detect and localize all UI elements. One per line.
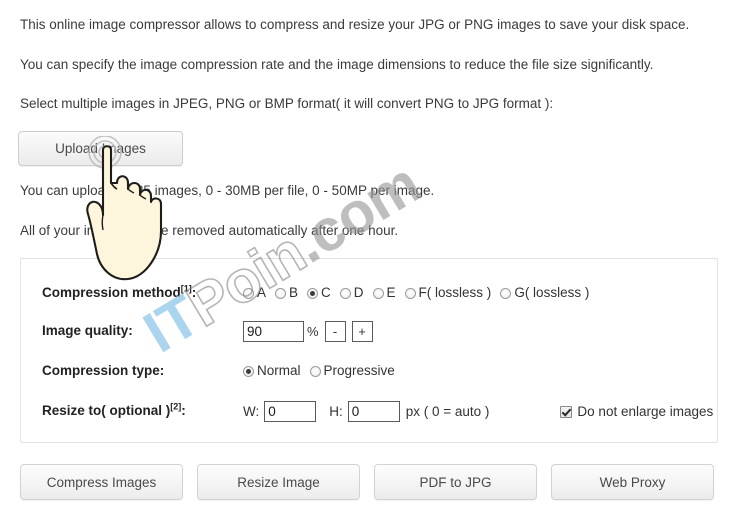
- image-quality-controls: % - +: [243, 321, 373, 342]
- resize-image-button[interactable]: Resize Image: [197, 464, 360, 500]
- intro-line-2: You can specify the image compression ra…: [20, 57, 654, 72]
- radio-dot-b[interactable]: [275, 287, 287, 299]
- image-quality-colon: :: [128, 323, 133, 338]
- radio-dot-normal[interactable]: [243, 365, 254, 377]
- resize-colon: :: [181, 403, 186, 418]
- radio-label-normal: Normal: [257, 363, 301, 378]
- radio-label-d: D: [353, 285, 364, 300]
- radio-label-e: E: [386, 285, 396, 300]
- retention-note: All of your images will be removed autom…: [20, 223, 399, 238]
- image-quality-label-text: Image quality: [42, 323, 129, 338]
- radio-dot-g[interactable]: [500, 287, 512, 299]
- radio-option-f[interactable]: F( lossless ): [404, 283, 492, 303]
- resize-height-input[interactable]: [347, 401, 400, 422]
- radio-option-progressive[interactable]: Progressive: [309, 361, 395, 381]
- do-not-enlarge-label: Do not enlarge images: [577, 403, 714, 419]
- image-quality-input[interactable]: [243, 321, 304, 342]
- resize-row: Resize to( optional )[2]: W: H: px ( 0 =…: [21, 401, 717, 425]
- compression-method-footnote: [1]: [180, 283, 192, 294]
- compression-method-label-text: Compression method: [42, 285, 181, 300]
- radio-dot-e[interactable]: [372, 287, 384, 299]
- radio-option-d[interactable]: D: [339, 283, 364, 303]
- compression-type-options: Normal Progressive: [243, 361, 404, 381]
- radio-option-c[interactable]: C: [307, 283, 331, 303]
- image-compressor-page: This online image compressor allows to c…: [0, 0, 741, 512]
- radio-label-b: B: [289, 285, 299, 300]
- resize-width-input[interactable]: [264, 401, 317, 422]
- upload-images-button[interactable]: Upload Images: [18, 131, 183, 166]
- resize-controls: W: H: px ( 0 = auto ) Do not enlarge ima…: [243, 401, 713, 422]
- quality-increment-button[interactable]: +: [351, 321, 373, 342]
- radio-label-c: C: [321, 285, 331, 300]
- upload-limits-note: You can upload 1 - 25 images, 0 - 30MB p…: [20, 183, 435, 198]
- compression-method-label: Compression method[1]:: [42, 283, 196, 303]
- compression-type-row: Compression type: Normal Progressive: [21, 361, 717, 385]
- options-panel: Compression method[1]: A B C D E F( loss…: [20, 258, 718, 443]
- width-label: W:: [243, 403, 260, 419]
- radio-dot-f[interactable]: [404, 287, 416, 299]
- compression-type-label: Compression type:: [42, 361, 164, 381]
- radio-label-a: A: [257, 285, 267, 300]
- compression-method-colon: :: [191, 285, 197, 300]
- radio-dot-c[interactable]: [307, 287, 319, 299]
- image-quality-label: Image quality:: [42, 321, 133, 341]
- radio-option-e[interactable]: E: [372, 283, 396, 303]
- action-button-bar: Compress Images Resize Image PDF to JPG …: [20, 464, 714, 500]
- radio-option-g[interactable]: G( lossless ): [500, 283, 589, 303]
- height-label: H:: [329, 403, 343, 419]
- percent-unit-label: %: [307, 323, 319, 339]
- do-not-enlarge-option[interactable]: Do not enlarge images: [560, 402, 713, 422]
- image-quality-row: Image quality: % - +: [21, 321, 717, 345]
- compression-method-options: A B C D E F( lossless ) G( lossless ): [243, 283, 598, 303]
- compression-type-label-text: Compression type: [42, 363, 160, 378]
- web-proxy-button[interactable]: Web Proxy: [551, 464, 714, 500]
- radio-label-progressive: Progressive: [323, 363, 395, 378]
- resize-footnote: [2]: [170, 401, 182, 412]
- resize-label-text: Resize to( optional ): [42, 403, 171, 418]
- compress-images-button[interactable]: Compress Images: [20, 464, 183, 500]
- intro-line-3: Select multiple images in JPEG, PNG or B…: [20, 96, 554, 111]
- compression-type-colon: :: [159, 363, 165, 378]
- radio-label-g: G( lossless ): [514, 285, 590, 300]
- quality-decrement-button[interactable]: -: [324, 321, 346, 342]
- resize-unit-hint: px ( 0 = auto ): [405, 403, 490, 419]
- radio-option-normal[interactable]: Normal: [243, 361, 301, 381]
- resize-label: Resize to( optional )[2]:: [42, 401, 186, 421]
- radio-label-f: F( lossless ): [418, 285, 492, 300]
- radio-dot-progressive[interactable]: [309, 365, 321, 377]
- intro-line-1: This online image compressor allows to c…: [20, 17, 690, 32]
- radio-dot-a[interactable]: [243, 287, 254, 299]
- radio-option-b[interactable]: B: [275, 283, 298, 303]
- do-not-enlarge-checkbox[interactable]: [560, 405, 573, 418]
- compression-method-row: Compression method[1]: A B C D E F( loss…: [21, 283, 717, 307]
- pdf-to-jpg-button[interactable]: PDF to JPG: [374, 464, 537, 500]
- watermark-part-com: .com: [282, 150, 431, 276]
- radio-dot-d[interactable]: [339, 287, 351, 299]
- radio-option-a[interactable]: A: [243, 283, 266, 303]
